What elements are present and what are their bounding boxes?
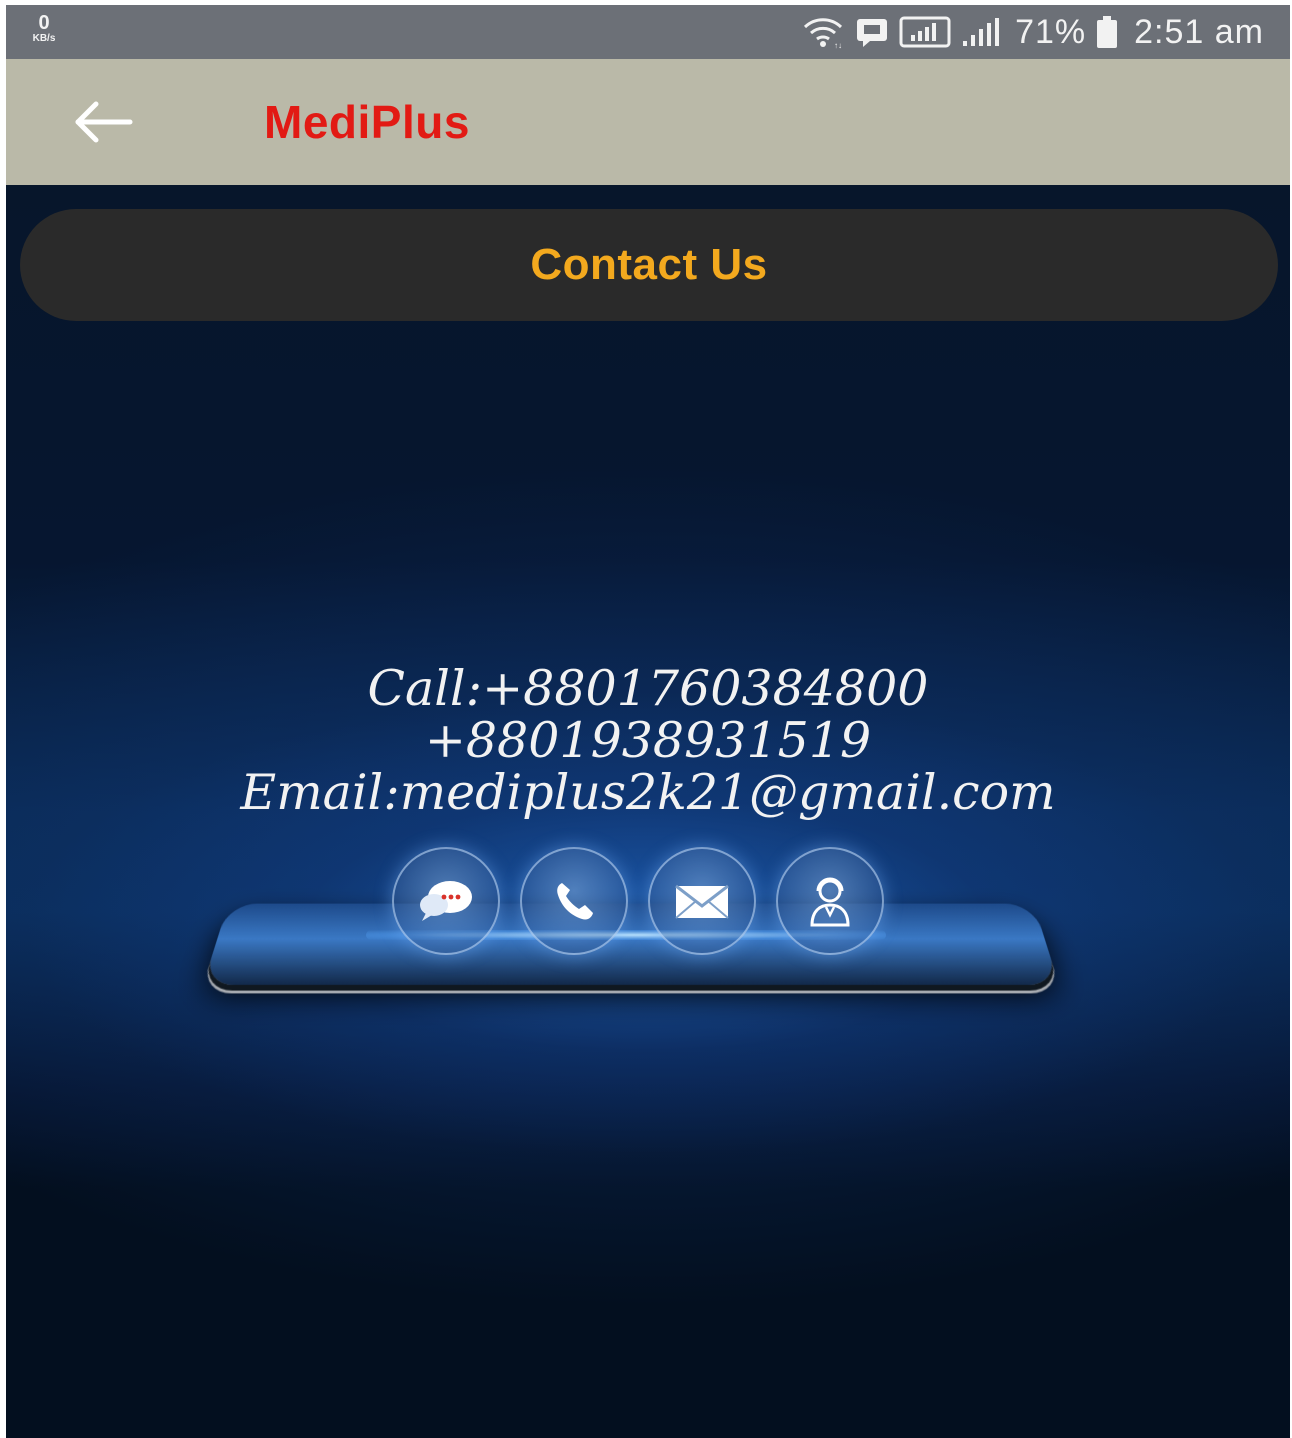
svg-text:↑↓: ↑↓	[834, 41, 842, 49]
app-title: MediPlus	[264, 95, 470, 149]
support-agent-icon	[776, 847, 884, 955]
wifi-icon: ↑↓	[801, 15, 845, 49]
contact-header: Contact Us	[20, 209, 1278, 321]
chat-icon	[392, 847, 500, 955]
signal-icon	[961, 17, 1005, 47]
phone-icon	[520, 847, 628, 955]
phone-illustration	[203, 904, 1059, 985]
call-number: Call:+8801760384800	[6, 663, 1290, 715]
network-speed-value: 0	[24, 13, 64, 33]
arrow-left-icon	[68, 97, 138, 147]
status-icons: ↑↓ 71% 2:51 am	[801, 5, 1264, 59]
network-speed: 0 KB/s	[24, 13, 64, 44]
clock: 2:51 am	[1134, 13, 1264, 52]
screen: 0 KB/s ↑↓ 71% 2:51 am MediPlus Contact U…	[6, 5, 1290, 1438]
contact-hero: Contact Us Call:+8801760384800 +88019389…	[6, 185, 1290, 1438]
mail-icon	[648, 847, 756, 955]
second-number: +8801938931519	[6, 715, 1290, 767]
back-button[interactable]	[68, 97, 138, 147]
message-icon	[855, 17, 889, 47]
battery-icon	[1096, 15, 1118, 49]
contact-info: Call:+8801760384800 +8801938931519 Email…	[6, 663, 1290, 819]
contact-title: Contact Us	[530, 240, 767, 290]
status-bar: 0 KB/s ↑↓ 71% 2:51 am	[6, 5, 1290, 59]
network-speed-unit: KB/s	[24, 34, 64, 44]
app-bar: MediPlus	[6, 59, 1290, 185]
email-address: Email:mediplus2k21@gmail.com	[6, 767, 1290, 819]
sim-signal-icon	[899, 16, 951, 48]
battery-percent: 71%	[1015, 13, 1086, 52]
